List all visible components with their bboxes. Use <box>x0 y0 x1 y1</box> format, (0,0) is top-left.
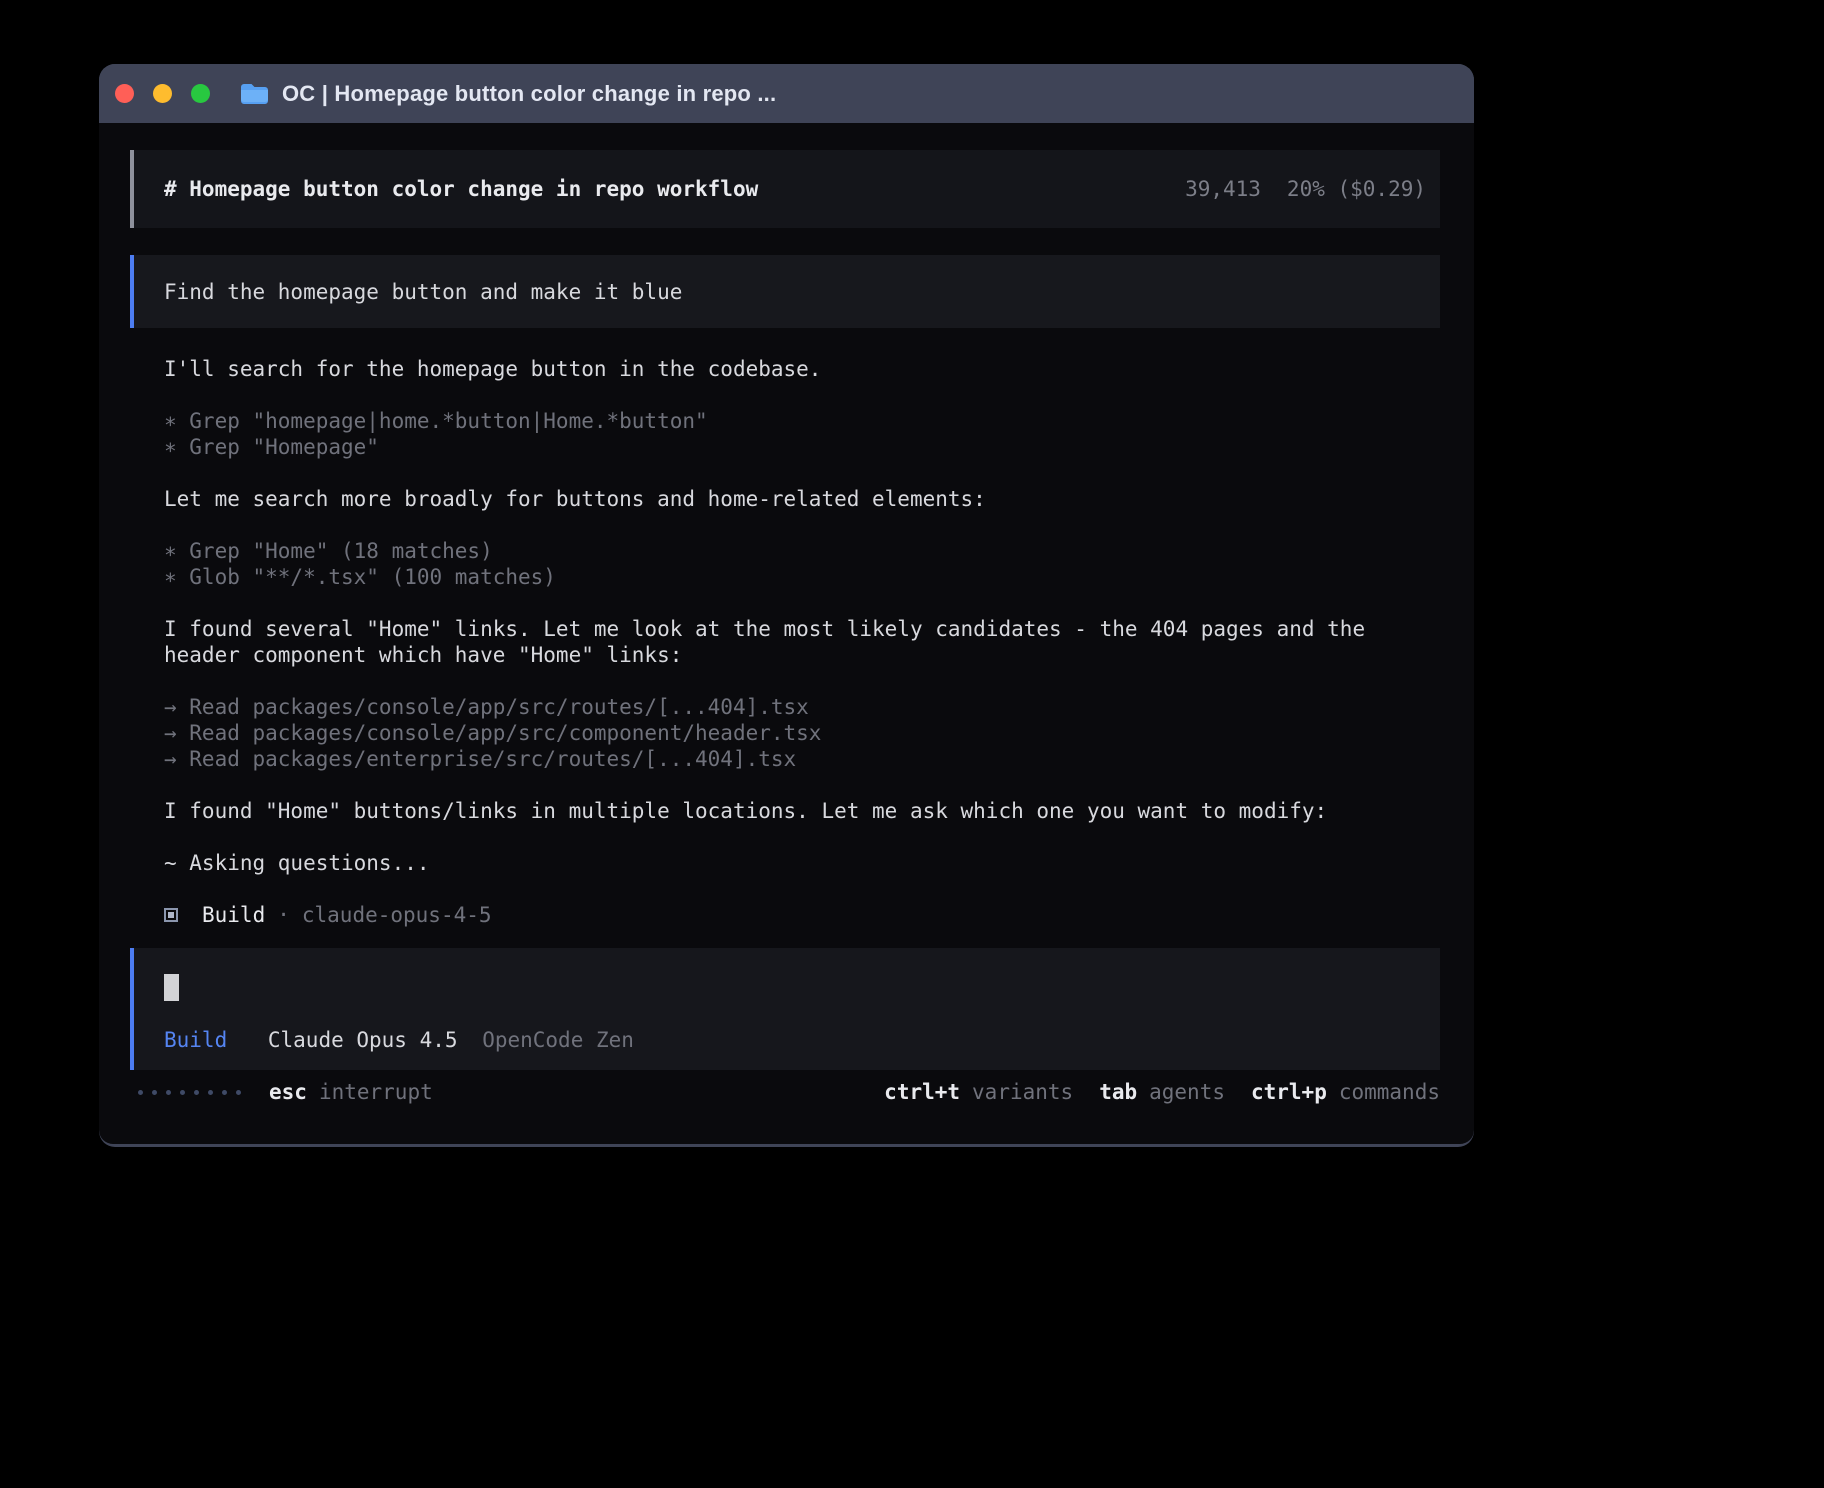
assistant-message: Let me search more broadly for buttons a… <box>164 486 1440 512</box>
hint-commands: ctrl+p commands <box>1251 1080 1440 1104</box>
assistant-message: I found several "Home" links. Let me loo… <box>164 616 1440 668</box>
session-title: # Homepage button color change in repo w… <box>164 177 758 201</box>
agent-separator: · <box>277 903 290 927</box>
assistant-status-message: ~ Asking questions... <box>164 850 1440 876</box>
token-count: 39,413 <box>1185 177 1261 201</box>
title-group: OC | Homepage button color change in rep… <box>240 64 776 123</box>
close-button[interactable] <box>115 84 134 103</box>
user-message: Find the homepage button and make it blu… <box>130 255 1440 328</box>
status-right: ctrl+t variants tab agents ctrl+p comman… <box>858 1080 1440 1104</box>
input-meta: Build Claude Opus 4.5 OpenCode Zen <box>164 1027 1426 1053</box>
transcript: I'll search for the homepage button in t… <box>130 356 1440 928</box>
session-stats: 39,413 20% ($0.29) <box>1185 177 1426 201</box>
input-provider-name: OpenCode Zen <box>482 1028 634 1052</box>
context-usage: 20% ($0.29) <box>1287 177 1426 201</box>
tool-call-grep: ∗ Grep "Homepage" <box>164 434 1440 460</box>
status-left: esc interrupt <box>138 1080 433 1104</box>
tool-call-glob: ∗ Glob "**/*.tsx" (100 matches) <box>164 564 1440 590</box>
assistant-message: I'll search for the homepage button in t… <box>164 356 1440 382</box>
terminal-window: OC | Homepage button color change in rep… <box>99 64 1474 1147</box>
agent-icon <box>164 908 178 922</box>
tool-call-read: → Read packages/console/app/src/routes/[… <box>164 694 1440 720</box>
minimize-button[interactable] <box>153 84 172 103</box>
session-header: # Homepage button color change in repo w… <box>130 150 1440 228</box>
hint-agents: tab agents <box>1099 1080 1225 1104</box>
desktop: { "titlebar": { "title": "OC | Homepage … <box>0 0 1824 1488</box>
agent-status: Build · claude-opus-4-5 <box>164 902 1440 928</box>
interrupt-label: interrupt <box>319 1080 433 1104</box>
spinner-dots <box>138 1090 241 1095</box>
folder-icon <box>240 82 269 105</box>
input-model-name: Claude Opus 4.5 <box>268 1028 458 1052</box>
text-cursor <box>164 974 179 1001</box>
zoom-button[interactable] <box>191 84 210 103</box>
tool-call-read: → Read packages/enterprise/src/routes/[.… <box>164 746 1440 772</box>
esc-key-hint: esc <box>269 1080 307 1104</box>
hint-variants: ctrl+t variants <box>884 1080 1073 1104</box>
terminal-content: # Homepage button color change in repo w… <box>99 123 1474 1144</box>
user-message-text: Find the homepage button and make it blu… <box>164 280 682 304</box>
titlebar[interactable]: OC | Homepage button color change in rep… <box>99 64 1474 123</box>
agent-model: claude-opus-4-5 <box>302 903 492 927</box>
tool-call-grep: ∗ Grep "homepage|home.*button|Home.*butt… <box>164 408 1440 434</box>
assistant-message: I found "Home" buttons/links in multiple… <box>164 798 1440 824</box>
message-input[interactable]: Build Claude Opus 4.5 OpenCode Zen <box>130 948 1440 1070</box>
agent-name: Build <box>202 903 265 927</box>
traffic-lights <box>99 84 210 103</box>
tool-call-grep: ∗ Grep "Home" (18 matches) <box>164 538 1440 564</box>
input-agent-badge[interactable]: Build <box>164 1028 227 1052</box>
tool-call-read: → Read packages/console/app/src/componen… <box>164 720 1440 746</box>
window-title: OC | Homepage button color change in rep… <box>282 81 776 107</box>
status-bar: esc interrupt ctrl+t variants tab agents… <box>130 1079 1440 1105</box>
